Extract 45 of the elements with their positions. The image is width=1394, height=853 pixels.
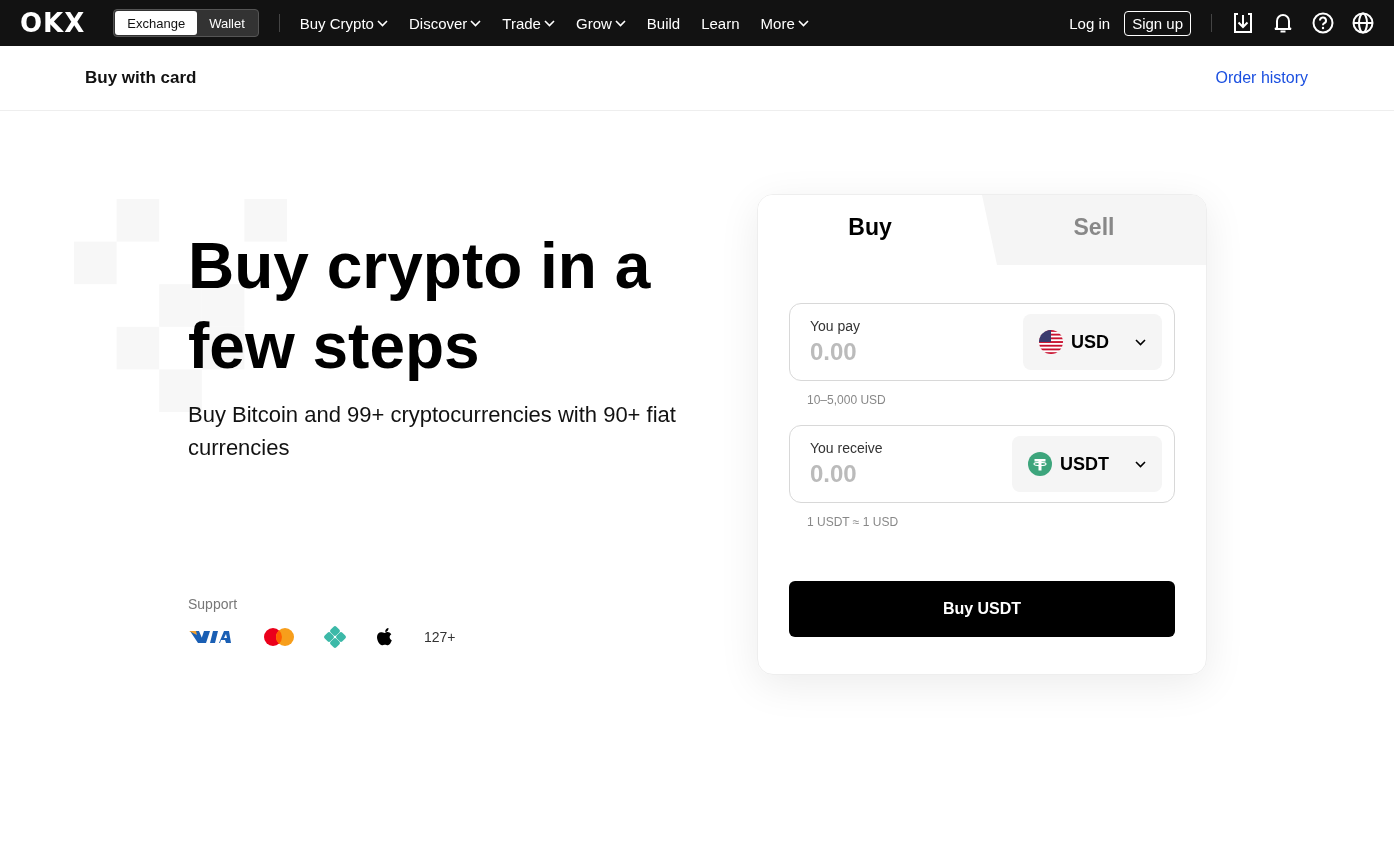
field-hint: 1 USDT ≈ 1 USD bbox=[807, 515, 900, 529]
us-flag-icon bbox=[1039, 330, 1063, 354]
more-methods-count: 127+ bbox=[424, 629, 456, 645]
nav-link[interactable]: Build bbox=[646, 14, 681, 32]
caret-icon bbox=[1135, 460, 1146, 468]
bell-icon[interactable] bbox=[1272, 12, 1294, 34]
globe-icon[interactable] bbox=[1352, 12, 1374, 34]
visa-logo-icon bbox=[188, 629, 234, 645]
hero-title: Buy crypto in a few steps bbox=[188, 229, 652, 384]
caret-icon bbox=[543, 19, 555, 27]
field-label: You receive bbox=[810, 440, 884, 456]
caret-icon bbox=[614, 19, 626, 27]
mastercard-logo-icon bbox=[264, 628, 294, 646]
help-icon[interactable] bbox=[1312, 12, 1334, 34]
order-history-link[interactable]: Order history bbox=[1215, 69, 1308, 87]
nav-link[interactable]: Buy Crypto bbox=[299, 14, 388, 32]
caret-icon bbox=[470, 19, 482, 27]
nav-link[interactable]: Grow bbox=[575, 14, 626, 32]
caret-icon bbox=[376, 19, 388, 27]
nav-link[interactable]: More bbox=[760, 14, 809, 32]
signup-button[interactable]: Sign up bbox=[1124, 10, 1191, 36]
caret-icon bbox=[797, 19, 809, 27]
currency-select[interactable]: USDT bbox=[1012, 436, 1162, 492]
amount-field[interactable]: You receive 0.00 USDT bbox=[789, 425, 1175, 503]
trade-tab[interactable]: Buy bbox=[758, 195, 982, 265]
page-title: Buy with card bbox=[85, 68, 197, 88]
currency-select[interactable]: USD bbox=[1023, 314, 1162, 370]
login-link[interactable]: Log in bbox=[1069, 14, 1111, 32]
nav-link[interactable]: Trade bbox=[502, 14, 555, 32]
field-label: You pay bbox=[810, 318, 862, 334]
download-icon[interactable] bbox=[1232, 12, 1254, 34]
mode-tab[interactable]: Wallet bbox=[197, 11, 257, 35]
amount-field[interactable]: You pay 0.00 USD bbox=[789, 303, 1175, 381]
diamond-logo-icon bbox=[324, 626, 346, 648]
caret-icon bbox=[1135, 338, 1146, 346]
logo[interactable]: OKX bbox=[20, 8, 86, 38]
tether-token-icon bbox=[1028, 452, 1052, 476]
mode-tab[interactable]: Exchange bbox=[115, 11, 198, 35]
nav-link[interactable]: Learn bbox=[701, 14, 740, 32]
buy-button[interactable]: Buy USDT bbox=[789, 581, 1175, 637]
field-hint: 10–5,000 USD bbox=[807, 393, 887, 407]
hero-subtitle: Buy Bitcoin and 99+ cryptocurrencies with 90+ fiat currencies bbox=[188, 401, 677, 462]
nav-link[interactable]: Discover bbox=[408, 14, 482, 32]
support-label: Support bbox=[188, 596, 239, 612]
apple-logo-icon bbox=[376, 627, 394, 647]
